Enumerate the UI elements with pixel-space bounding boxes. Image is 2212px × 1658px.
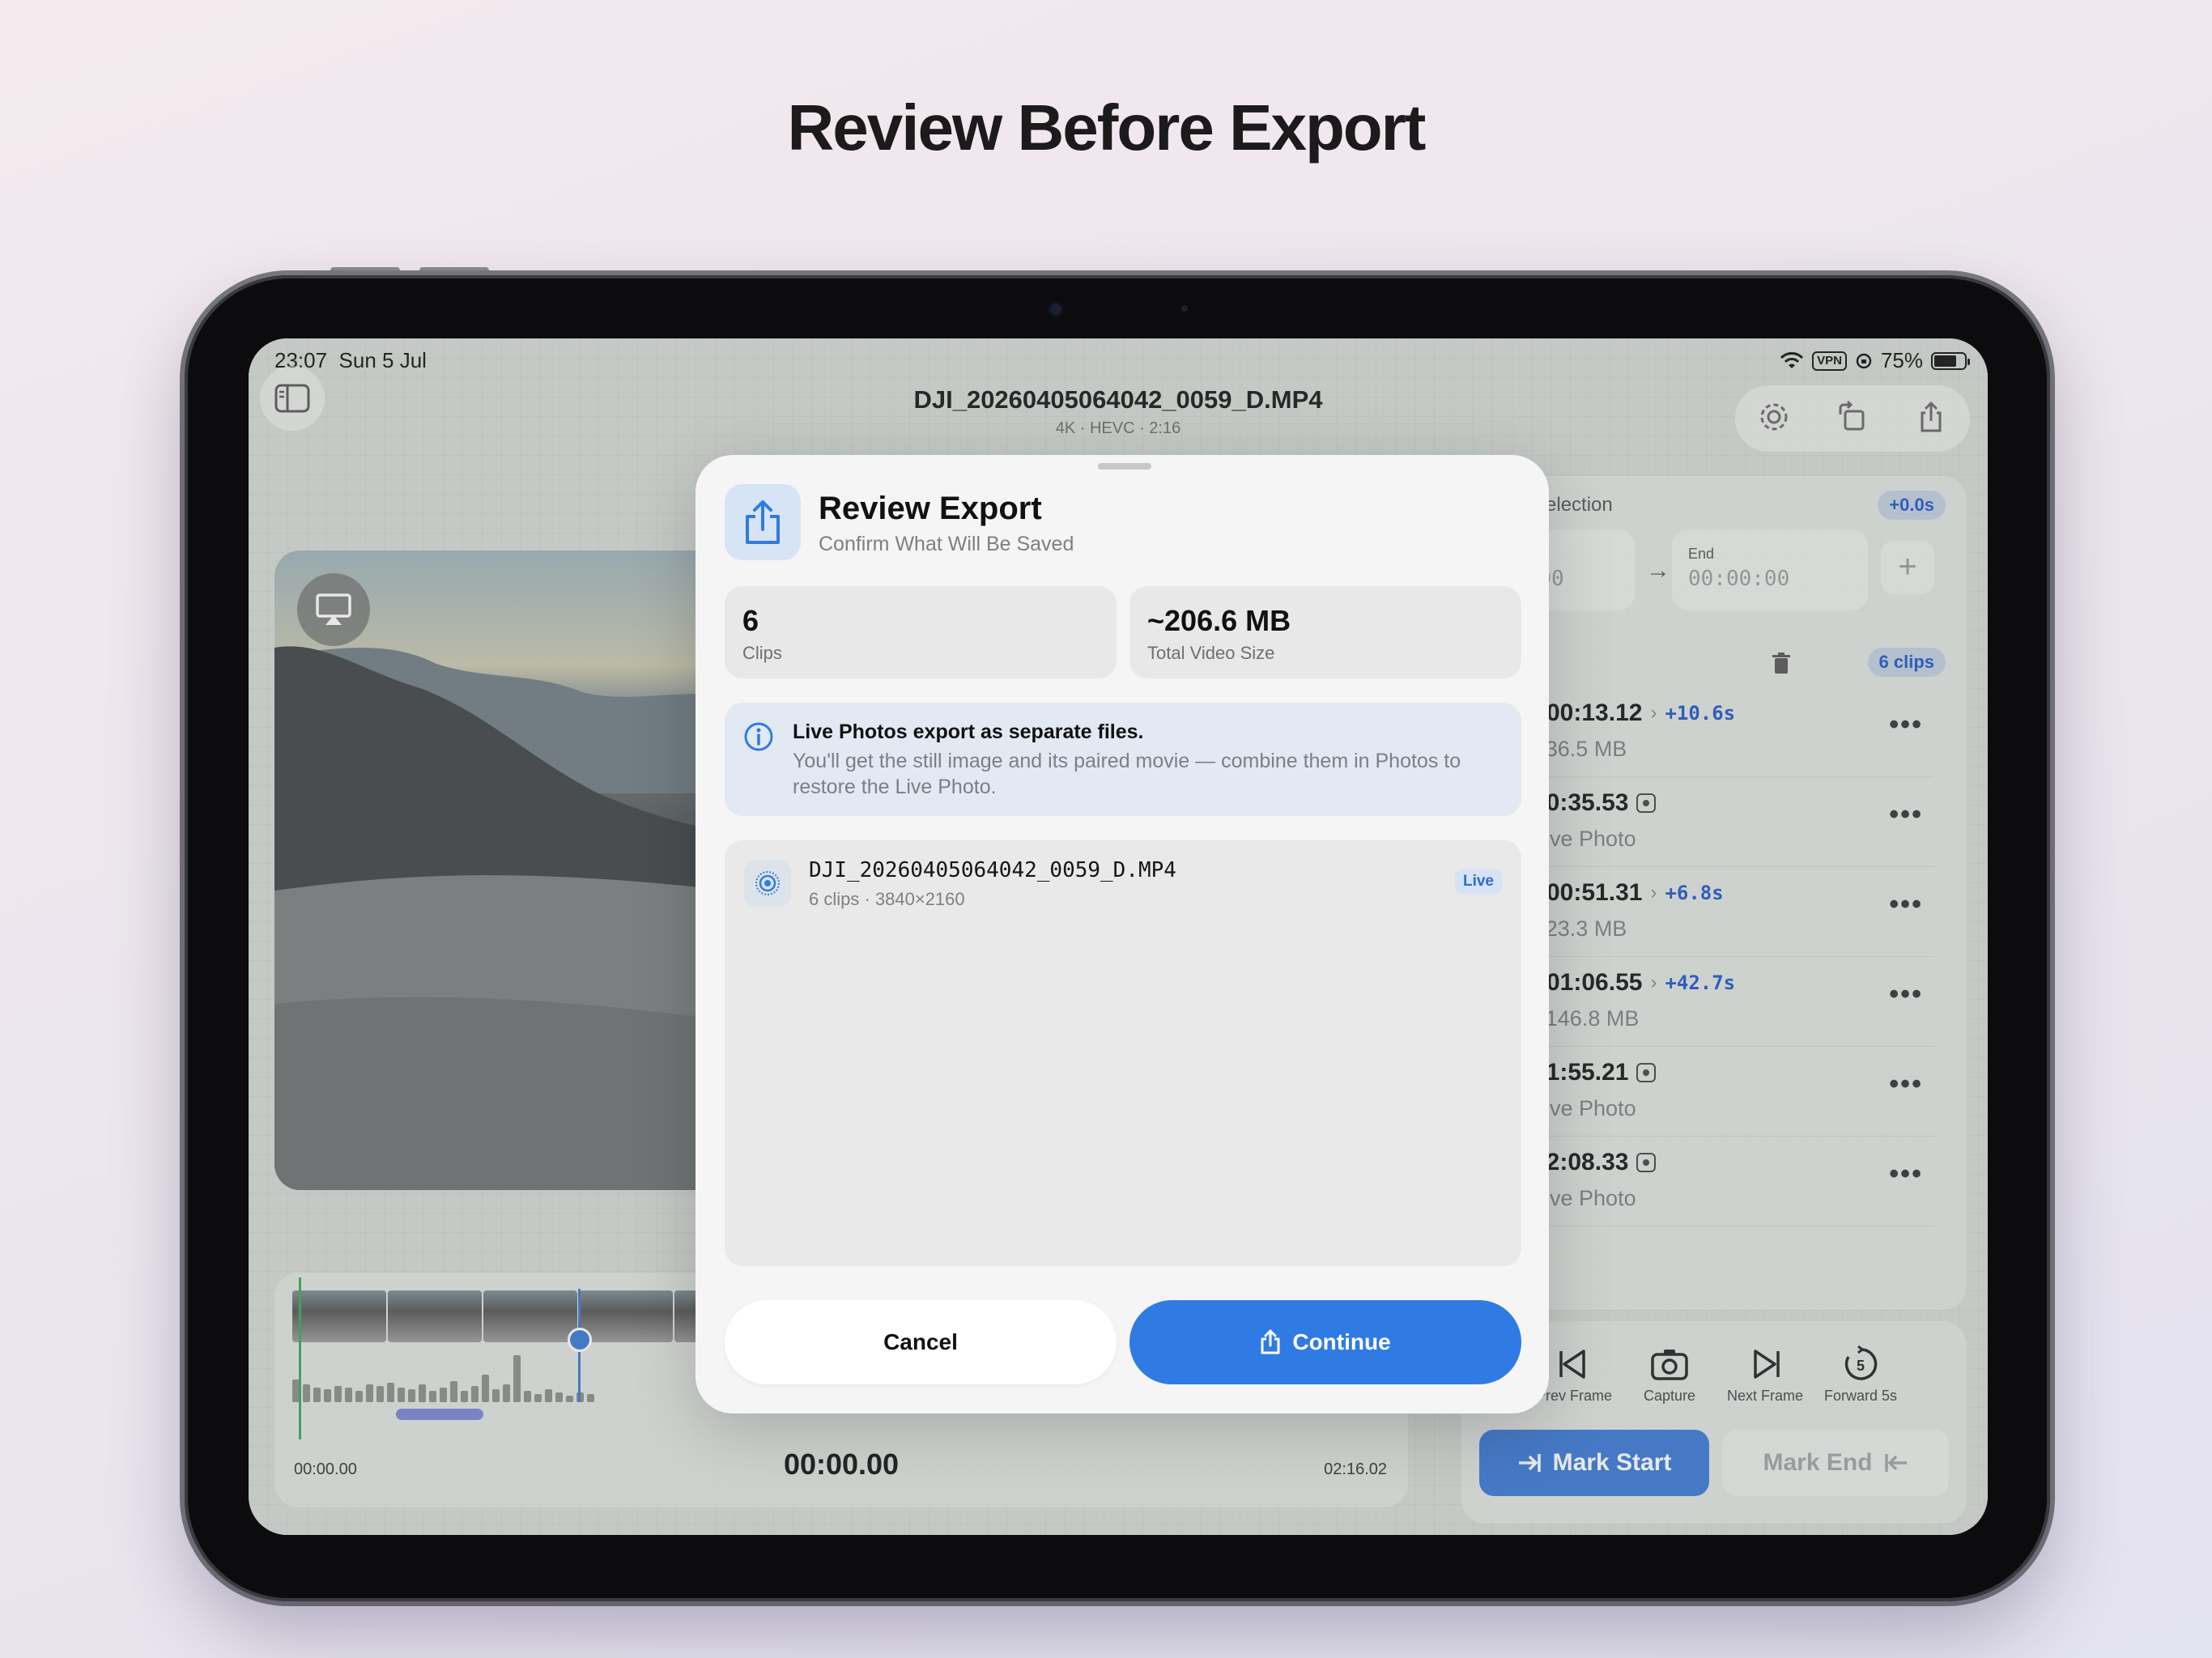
clips-stat-label: Clips bbox=[742, 643, 782, 663]
volume-button bbox=[330, 267, 400, 274]
clips-stat-card: 6 Clips bbox=[725, 586, 1117, 678]
sheet-title: Review Export bbox=[819, 491, 1042, 526]
continue-label: Continue bbox=[1292, 1329, 1391, 1354]
share-icon bbox=[1261, 1329, 1280, 1354]
continue-button[interactable]: Continue bbox=[1129, 1300, 1521, 1384]
ipad-screen: 23:07 Sun 5 Jul VPN 75% DJI_202604050640… bbox=[249, 338, 1988, 1535]
cancel-button[interactable]: Cancel bbox=[725, 1300, 1117, 1384]
info-title: Live Photos export as separate files. bbox=[793, 721, 1144, 743]
size-stat-label: Total Video Size bbox=[1147, 643, 1275, 663]
size-stat-value: ~206.6 MB bbox=[1147, 604, 1291, 637]
sheet-subtitle: Confirm What Will Be Saved bbox=[819, 533, 1074, 555]
sheet-grabber[interactable] bbox=[1098, 463, 1151, 470]
export-file-meta: 6 clips · 3840×2160 bbox=[809, 889, 965, 909]
live-badge: Live bbox=[1454, 869, 1502, 894]
size-stat-card: ~206.6 MB Total Video Size bbox=[1129, 586, 1521, 678]
review-export-sheet: Review Export Confirm What Will Be Saved… bbox=[696, 455, 1549, 1414]
clips-stat-value: 6 bbox=[742, 604, 759, 637]
front-camera bbox=[1050, 304, 1061, 315]
info-icon bbox=[744, 722, 773, 751]
live-photo-icon bbox=[744, 860, 791, 907]
page-headline: Review Before Export bbox=[787, 91, 1427, 164]
export-icon-badge bbox=[725, 484, 801, 560]
file-row[interactable]: DJI_20260405064042_0059_D.MP4 6 clips · … bbox=[725, 840, 1521, 926]
sensor bbox=[1181, 305, 1188, 312]
export-file-name: DJI_20260405064042_0059_D.MP4 bbox=[809, 858, 1176, 882]
info-body: You'll get the still image and its paire… bbox=[793, 750, 1461, 798]
volume-button bbox=[419, 267, 489, 274]
share-icon bbox=[746, 500, 780, 544]
export-file-card: DJI_20260405064042_0059_D.MP4 6 clips · … bbox=[725, 840, 1521, 1266]
cancel-label: Cancel bbox=[883, 1329, 958, 1354]
live-photo-info-banner: Live Photos export as separate files. Yo… bbox=[725, 703, 1521, 816]
